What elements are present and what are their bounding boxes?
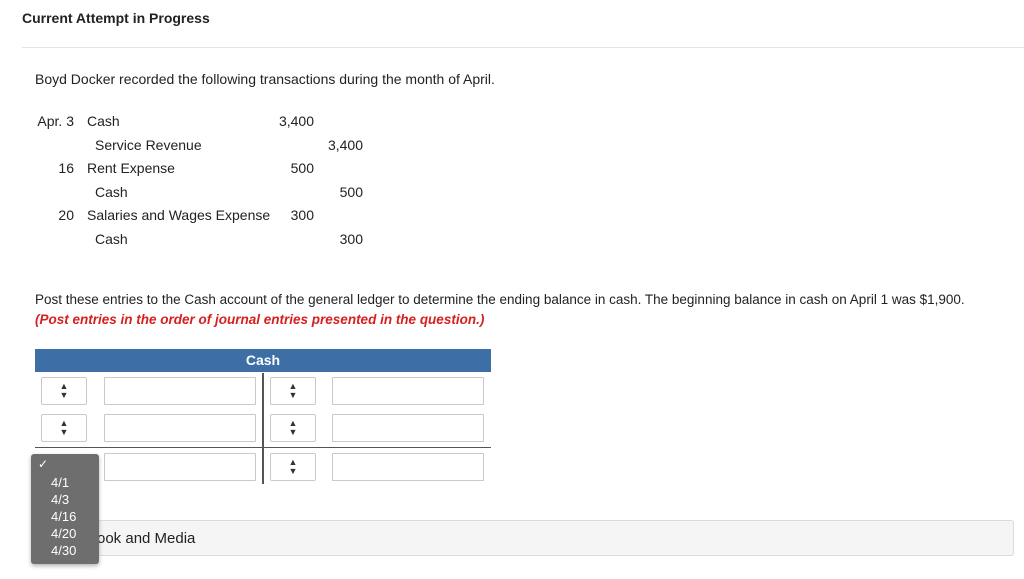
journal-credit: 3,400 (327, 137, 363, 153)
dropdown-option-4-20[interactable]: 4/20 (51, 526, 76, 541)
checkmark-icon: ✓ (38, 457, 49, 471)
attempt-status-title: Current Attempt in Progress (22, 10, 210, 26)
credit-date-select[interactable]: ▲ ▼ (270, 453, 316, 481)
journal-account: Cash (95, 231, 128, 247)
debit-amount-input[interactable] (104, 377, 256, 405)
select-arrows-icon: ▲ ▼ (288, 381, 298, 400)
instruction-note: (Post entries in the order of journal en… (35, 312, 485, 327)
journal-debit: 500 (290, 160, 314, 176)
select-arrows-icon: ▲ ▼ (288, 457, 298, 476)
dropdown-option-4-30[interactable]: 4/30 (51, 543, 76, 558)
debit-date-select[interactable]: ▲ ▼ (41, 377, 87, 405)
credit-date-select[interactable]: ▲ ▼ (270, 377, 316, 405)
balance-amount-input[interactable] (104, 453, 256, 481)
journal-account: Cash (87, 113, 120, 129)
journal-account: Rent Expense (87, 160, 175, 176)
t-account-center-line (262, 373, 264, 484)
credit-amount-input[interactable] (332, 377, 484, 405)
t-account-total-rule (35, 447, 491, 448)
debit-amount-input[interactable] (104, 414, 256, 442)
credit-date-select[interactable]: ▲ ▼ (270, 414, 316, 442)
select-arrows-icon: ▲ ▼ (59, 381, 69, 400)
journal-credit: 300 (339, 231, 363, 247)
instruction-text: Post these entries to the Cash account o… (35, 292, 965, 307)
journal-account: Service Revenue (95, 137, 202, 153)
journal-debit: 300 (290, 207, 314, 223)
journal-date: 20 (58, 207, 74, 223)
select-arrows-icon: ▲ ▼ (288, 418, 298, 437)
dropdown-option-4-1[interactable]: 4/1 (51, 475, 69, 490)
credit-amount-input[interactable] (332, 414, 484, 442)
ebook-media-label: ook and Media (97, 530, 196, 547)
journal-account: Salaries and Wages Expense (87, 207, 271, 223)
select-arrows-icon: ▲ ▼ (59, 418, 69, 437)
debit-date-select[interactable]: ▲ ▼ (41, 414, 87, 442)
credit-amount-input[interactable] (332, 453, 484, 481)
date-dropdown-menu[interactable]: ✓ 4/1 4/3 4/16 4/20 4/30 (31, 454, 99, 564)
header-divider (22, 47, 1024, 48)
ebook-media-panel[interactable]: ook and Media (88, 520, 1014, 556)
journal-credit: 500 (339, 184, 363, 200)
dropdown-option-4-16[interactable]: 4/16 (51, 509, 76, 524)
question-intro: Boyd Docker recorded the following trans… (35, 71, 495, 87)
t-account-title: Cash (35, 349, 491, 372)
journal-date: Apr. 3 (37, 113, 74, 129)
journal-account: Cash (95, 184, 128, 200)
journal-date: 16 (58, 160, 74, 176)
dropdown-option-4-3[interactable]: 4/3 (51, 492, 69, 507)
journal-debit: 3,400 (278, 113, 314, 129)
